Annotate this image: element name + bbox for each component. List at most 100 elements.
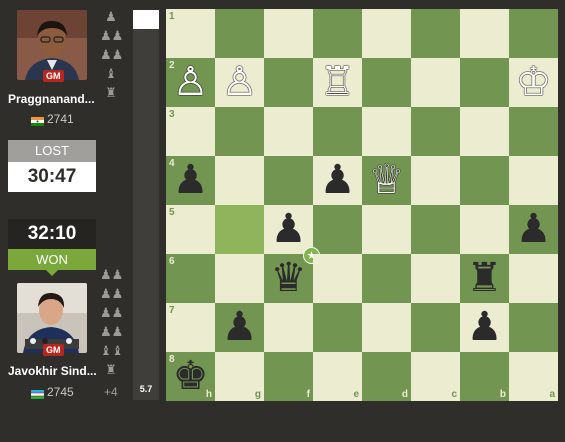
- square-h1[interactable]: 1: [166, 9, 215, 58]
- square-g4[interactable]: [215, 156, 264, 205]
- square-d2[interactable]: [362, 58, 411, 107]
- captured-pawns-icon: ♟♟: [100, 267, 124, 282]
- square-e6[interactable]: [313, 254, 362, 303]
- black-pawn-piece[interactable]: ♟: [215, 303, 264, 352]
- square-b3[interactable]: [460, 107, 509, 156]
- chess-board[interactable]: 1 2 ♙ ♙ ♖ ♔ 3 4 ♟ ♟ ♕ 5 ♟ ♟ 6 ♛ ★ ♜ 7 ♟ ♟ 8 h ♚ g f e d c b a: [166, 9, 558, 401]
- captured-bishop-icon: ♝: [105, 66, 117, 81]
- square-b8[interactable]: b: [460, 352, 509, 401]
- square-b4[interactable]: [460, 156, 509, 205]
- rank-label: 7: [169, 305, 175, 316]
- bottom-player-rating: 2745: [47, 385, 74, 399]
- square-a7[interactable]: [509, 303, 558, 352]
- black-pawn-piece[interactable]: ♟: [460, 303, 509, 352]
- bottom-player-result-badge: WON: [8, 249, 96, 270]
- bottom-player-name[interactable]: Javokhir Sind...: [8, 364, 97, 378]
- square-f3[interactable]: [264, 107, 313, 156]
- rank-label: 4: [169, 158, 175, 169]
- rank-label: 6: [169, 256, 175, 267]
- square-a2[interactable]: ♔: [509, 58, 558, 107]
- square-h4[interactable]: 4 ♟: [166, 156, 215, 205]
- square-c8[interactable]: c: [411, 352, 460, 401]
- square-c7[interactable]: [411, 303, 460, 352]
- square-g1[interactable]: [215, 9, 264, 58]
- square-g5[interactable]: [215, 205, 264, 254]
- square-h5[interactable]: 5: [166, 205, 215, 254]
- square-a4[interactable]: [509, 156, 558, 205]
- uzbekistan-flag-icon: [31, 388, 44, 400]
- bottom-player-avatar[interactable]: [17, 283, 87, 353]
- square-e1[interactable]: [313, 9, 362, 58]
- white-queen-piece[interactable]: ♕: [362, 156, 411, 205]
- square-b5[interactable]: [460, 205, 509, 254]
- square-g2[interactable]: ♙: [215, 58, 264, 107]
- square-a3[interactable]: [509, 107, 558, 156]
- square-g8[interactable]: g: [215, 352, 264, 401]
- square-b2[interactable]: [460, 58, 509, 107]
- square-d4[interactable]: ♕: [362, 156, 411, 205]
- square-c3[interactable]: [411, 107, 460, 156]
- square-b1[interactable]: [460, 9, 509, 58]
- square-d7[interactable]: [362, 303, 411, 352]
- square-f2[interactable]: [264, 58, 313, 107]
- square-d6[interactable]: [362, 254, 411, 303]
- square-f6[interactable]: ♛ ★: [264, 247, 320, 303]
- square-e5[interactable]: [313, 205, 362, 254]
- captured-pawns-icon: ♟♟: [100, 286, 124, 301]
- square-f1[interactable]: [264, 9, 313, 58]
- black-rook-piece[interactable]: ♜: [460, 254, 509, 303]
- white-rook-piece[interactable]: ♖: [313, 58, 362, 107]
- file-label: h: [205, 389, 212, 400]
- white-king-piece[interactable]: ♔: [509, 58, 558, 107]
- square-e2[interactable]: ♖: [313, 58, 362, 107]
- square-e8[interactable]: e: [313, 352, 362, 401]
- evaluation-score: 5.7: [139, 384, 153, 394]
- square-f4[interactable]: [264, 156, 313, 205]
- square-e3[interactable]: [313, 107, 362, 156]
- square-f7[interactable]: [264, 303, 313, 352]
- square-d5[interactable]: [362, 205, 411, 254]
- square-a8[interactable]: a: [509, 352, 558, 401]
- file-label: a: [549, 389, 555, 400]
- black-pawn-piece[interactable]: ♟: [313, 156, 362, 205]
- square-c1[interactable]: [411, 9, 460, 58]
- top-player-captured-pieces: ♟ ♟♟ ♟♟ ♝ ♜: [100, 9, 124, 104]
- square-g3[interactable]: [215, 107, 264, 156]
- square-b6[interactable]: ♜: [460, 254, 509, 303]
- black-pawn-piece[interactable]: ♟: [264, 205, 313, 254]
- square-c6[interactable]: [411, 254, 460, 303]
- square-b7[interactable]: ♟: [460, 303, 509, 352]
- square-h8[interactable]: 8 h ♚: [166, 352, 215, 401]
- square-a1[interactable]: [509, 9, 558, 58]
- material-advantage: +4: [104, 385, 118, 399]
- square-h7[interactable]: 7: [166, 303, 215, 352]
- top-player-name[interactable]: Praggnanand...: [8, 92, 95, 106]
- square-g7[interactable]: ♟: [215, 303, 264, 352]
- square-f8[interactable]: f: [264, 352, 313, 401]
- square-h6[interactable]: 6: [166, 254, 215, 303]
- top-player-result-badge: LOST: [8, 140, 96, 162]
- file-label: e: [353, 389, 359, 400]
- file-label: b: [499, 389, 506, 400]
- square-a5[interactable]: ♟: [509, 205, 558, 254]
- rank-label: 1: [169, 11, 175, 22]
- bottom-player-clock: 32:10: [8, 219, 96, 249]
- square-d1[interactable]: [362, 9, 411, 58]
- square-e7[interactable]: [313, 303, 362, 352]
- square-h3[interactable]: 3: [166, 107, 215, 156]
- square-a6[interactable]: [509, 254, 558, 303]
- square-c5[interactable]: [411, 205, 460, 254]
- square-d8[interactable]: d: [362, 352, 411, 401]
- bottom-player-rating-row: 2745: [31, 385, 74, 400]
- square-c4[interactable]: [411, 156, 460, 205]
- square-f5[interactable]: ♟: [264, 205, 313, 254]
- black-pawn-piece[interactable]: ♟: [509, 205, 558, 254]
- square-e4[interactable]: ♟: [313, 156, 362, 205]
- square-c2[interactable]: [411, 58, 460, 107]
- white-pawn-piece[interactable]: ♙: [215, 58, 264, 107]
- square-g6[interactable]: [215, 254, 264, 303]
- square-h2[interactable]: 2 ♙: [166, 58, 215, 107]
- square-d3[interactable]: [362, 107, 411, 156]
- won-badge-pointer: [46, 270, 58, 276]
- captured-pawns-icon: ♟♟: [100, 47, 124, 62]
